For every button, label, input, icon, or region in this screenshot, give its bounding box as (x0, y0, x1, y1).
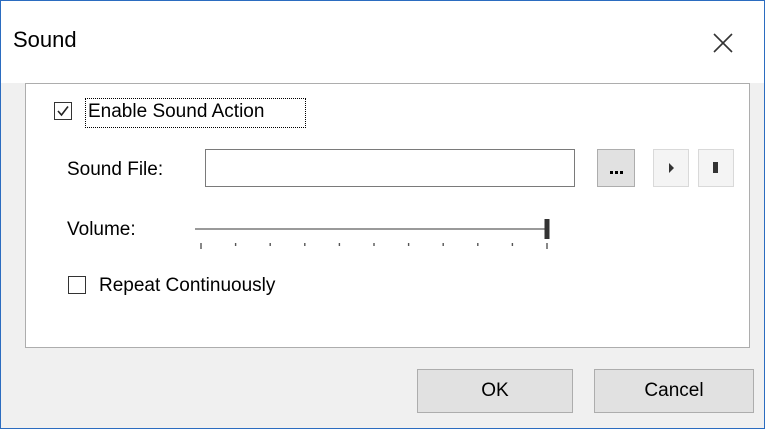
stop-button[interactable] (698, 149, 734, 187)
slider-ticks (200, 243, 548, 249)
sound-file-label: Sound File: (67, 159, 164, 180)
play-icon (669, 163, 674, 173)
title-bar: Sound (1, 1, 764, 83)
repeat-continuously-label[interactable]: Repeat Continuously (99, 275, 275, 297)
close-button[interactable] (703, 23, 743, 63)
sound-dialog: Sound Enable Sound Action Sound File: Vo… (0, 0, 765, 429)
enable-sound-action-label[interactable]: Enable Sound Action (88, 101, 264, 123)
close-icon (713, 33, 733, 53)
repeat-continuously-checkbox[interactable] (68, 276, 86, 294)
window-title: Sound (13, 27, 77, 52)
checkmark-icon (57, 106, 69, 117)
enable-sound-action-checkbox[interactable] (54, 102, 72, 120)
volume-label: Volume: (67, 219, 136, 240)
volume-slider[interactable] (193, 216, 557, 256)
browse-button[interactable] (597, 149, 635, 187)
play-button[interactable] (653, 149, 689, 187)
slider-thumb[interactable] (544, 219, 550, 239)
ellipsis-icon (610, 171, 623, 174)
stop-icon (713, 162, 718, 173)
cancel-button[interactable]: Cancel (594, 369, 754, 413)
sound-file-input[interactable] (205, 149, 575, 187)
ok-button[interactable]: OK (417, 369, 573, 413)
